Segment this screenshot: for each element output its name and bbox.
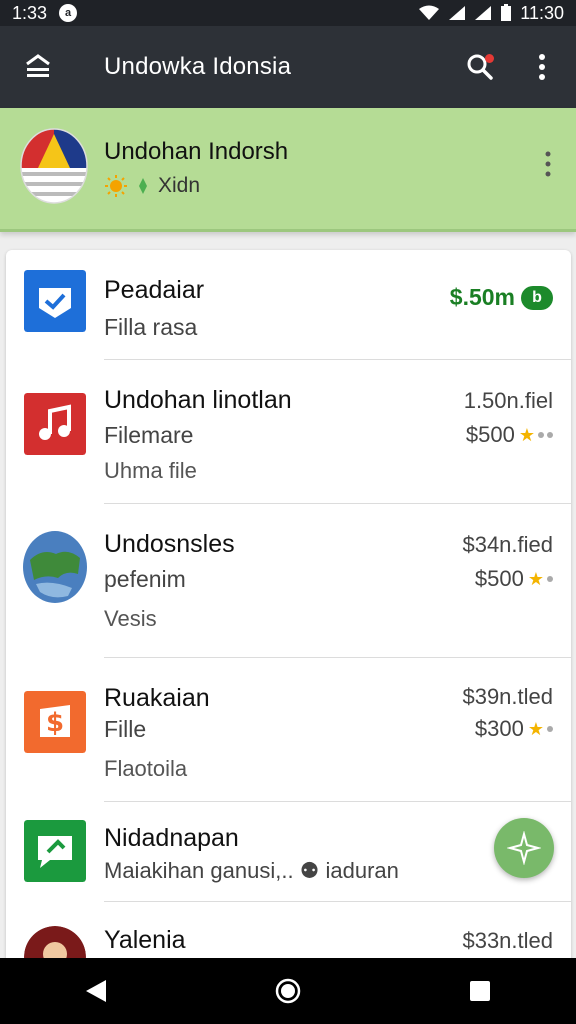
list-item[interactable]: Nidadnapan Maiakihan ganusi,.. ⚉ iaduran <box>6 802 571 902</box>
battery-icon <box>501 4 512 21</box>
status-left-time: 1:33 <box>12 2 48 23</box>
recents-button[interactable] <box>450 966 510 1016</box>
app-title: Undowka Idonsia <box>104 53 292 80</box>
recents-icon <box>470 981 490 1001</box>
dollar-icon: $ <box>24 691 86 753</box>
rating: ★ <box>519 425 553 446</box>
item-subtitle: Maiakihan ganusi,.. ⚉ iaduran <box>104 858 399 883</box>
item-meta: $33n.tled <box>462 928 553 953</box>
item-list: Peadaiar Filla rasa $.50m b Undohan lino… <box>6 250 571 990</box>
item-meta: 1.50n.fiel <box>463 388 553 413</box>
status-bar: 1:33 a 11:30 <box>0 0 576 26</box>
menu-icon <box>26 54 50 77</box>
status-right-time: 11:30 <box>520 2 564 23</box>
item-price-wrap: $300 ★ <box>475 716 553 742</box>
item-title: Yalenia <box>104 926 186 954</box>
item-meta: $39n.tled <box>462 684 553 709</box>
item-detail: Vesis <box>104 606 157 631</box>
rating-dot <box>538 432 544 438</box>
star-icon: ★ <box>527 718 544 739</box>
more-options-button[interactable] <box>522 47 562 87</box>
search-button[interactable] <box>460 47 500 87</box>
item-price: $500 <box>474 566 524 591</box>
rating-dot <box>547 576 553 582</box>
item-title: Nidadnapan <box>104 824 239 852</box>
floating-action-button[interactable] <box>494 818 554 878</box>
list-item[interactable]: Peadaiar Filla rasa $.50m b <box>6 250 571 360</box>
item-subtitle: Filemare <box>104 422 194 448</box>
globe-icon <box>23 531 87 603</box>
item-price: $.50m <box>449 284 515 310</box>
chat-icon <box>24 820 86 882</box>
account-more-button[interactable] <box>538 144 558 184</box>
system-nav-bar <box>0 958 576 1024</box>
back-icon <box>86 980 106 1002</box>
item-subtitle: pefenim <box>104 566 186 592</box>
account-name: Undohan Indorsh <box>104 138 289 165</box>
notification-icon: a <box>59 4 78 22</box>
music-note-icon <box>24 393 86 455</box>
item-price: $500 <box>465 422 515 447</box>
star-icon: ★ <box>527 568 544 589</box>
home-button[interactable] <box>258 966 318 1016</box>
leaf-icon <box>139 178 147 194</box>
notification-dot <box>485 54 494 63</box>
account-card[interactable]: Undohan Indorsh Xidn <box>0 108 576 232</box>
account-sub: Xidn <box>104 174 200 198</box>
item-subtitle: Fille <box>104 716 147 742</box>
item-subtitle: Filla rasa <box>104 314 198 340</box>
item-detail: Uhma file <box>104 458 197 483</box>
item-title: Undohan linotlan <box>104 386 292 414</box>
item-price: $300 <box>474 716 524 741</box>
item-detail: Flaotoila <box>104 756 188 781</box>
list-item[interactable]: Undohan linotlan Filemare Uhma file 1.50… <box>6 360 571 504</box>
sun-icon <box>105 175 127 197</box>
more-vert-icon <box>539 54 545 80</box>
compass-icon <box>507 831 541 865</box>
item-title: Ruakaian <box>104 684 210 712</box>
svg-text:$: $ <box>46 708 64 738</box>
item-meta: $34n.fied <box>462 532 553 557</box>
item-badge: b <box>521 285 553 310</box>
more-vert-icon <box>545 151 551 177</box>
home-icon <box>275 978 301 1004</box>
wifi-icon <box>419 5 440 20</box>
account-avatar <box>20 128 88 204</box>
list-item[interactable]: $ Ruakaian Fille Flaotoila $39n.tled $30… <box>6 658 571 802</box>
list-item[interactable]: Undosnsles pefenim Vesis $34n.fied $500 … <box>6 504 571 658</box>
item-price-wrap: $.50m b <box>450 284 553 311</box>
menu-button[interactable] <box>18 47 58 87</box>
back-button[interactable] <box>66 966 126 1016</box>
item-title: Undosnsles <box>104 530 235 558</box>
account-sub-label: Xidn <box>158 174 201 197</box>
item-price-wrap: $500 ★ <box>466 422 553 448</box>
app-bar: Undowka Idonsia <box>0 26 576 108</box>
star-icon: ★ <box>518 424 535 445</box>
rating-dot <box>547 432 553 438</box>
signal-icon <box>449 6 466 20</box>
item-title: Peadaiar <box>104 276 205 304</box>
shield-check-icon <box>24 270 86 332</box>
item-price-wrap: $500 ★ <box>475 566 553 592</box>
rating: ★ <box>528 569 553 590</box>
rating: ★ <box>528 719 553 740</box>
signal-icon-2 <box>475 6 492 20</box>
rating-dot <box>547 726 553 732</box>
